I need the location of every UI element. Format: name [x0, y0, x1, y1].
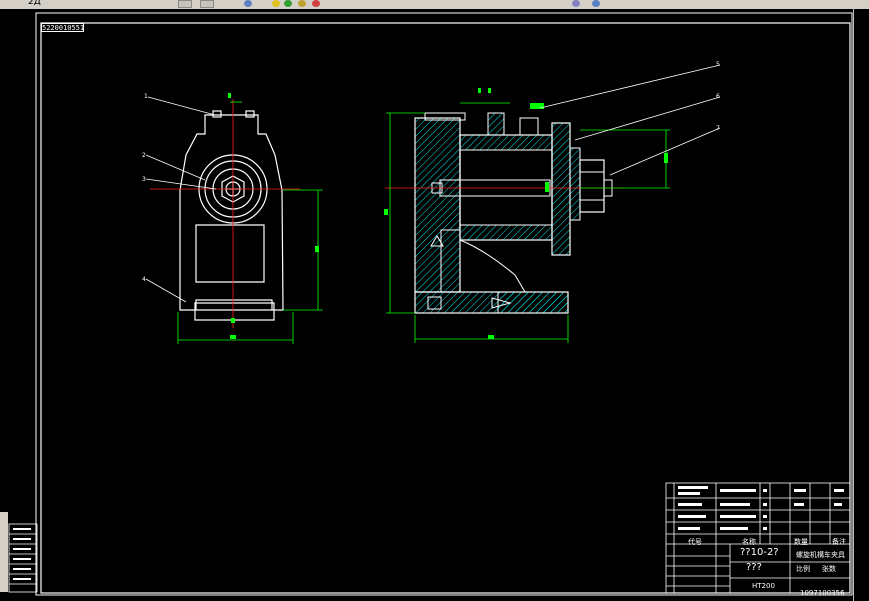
front-dimensions — [177, 101, 323, 344]
layer-button[interactable] — [178, 0, 192, 8]
drawing-frame-label: 5220010551 — [41, 23, 85, 32]
svg-text:7: 7 — [716, 125, 720, 132]
svg-text:5: 5 — [716, 61, 720, 68]
front-view — [179, 110, 284, 321]
drawing-number: ??10-2? — [740, 547, 779, 558]
svg-text:1: 1 — [144, 93, 148, 100]
toolbar-label: 2Д — [28, 0, 41, 7]
drawing-subtitle: ??? — [746, 562, 762, 573]
svg-text:6: 6 — [716, 93, 720, 100]
title-col-name: 名称 — [742, 538, 756, 546]
material-text: HT200 — [752, 582, 775, 590]
sun-icon[interactable] — [272, 0, 280, 7]
layer-previous-icon[interactable] — [592, 0, 600, 7]
lock-icon[interactable] — [298, 0, 306, 7]
color-icon[interactable] — [312, 0, 320, 7]
svg-text:4: 4 — [142, 276, 146, 283]
freeze-icon[interactable] — [284, 0, 292, 7]
layer-icon[interactable] — [244, 0, 252, 7]
school-code: 1097100356 — [800, 589, 845, 597]
scale-label: 比例 — [796, 565, 810, 573]
drawing-canvas[interactable]: 1 2 3 4 5 6 7 5220010551 代号 名称 数量 备注 ??1… — [0, 9, 869, 601]
part-name: 螺旋机構车夹具 — [796, 551, 845, 559]
title-col-code: 代号 — [688, 538, 702, 546]
left-panel-edge — [0, 512, 8, 592]
section-view — [414, 112, 613, 314]
dim-text-width — [230, 335, 236, 339]
layer-state-icon[interactable] — [572, 0, 580, 7]
svg-text:2: 2 — [142, 152, 146, 159]
dim-text-height — [315, 246, 319, 252]
drawing-svg: 1 2 3 4 5 6 7 — [8, 9, 863, 601]
title-col-qty: 数量 — [794, 538, 808, 546]
sheet-label: 张数 — [822, 565, 836, 573]
title-block-fill — [678, 486, 844, 530]
vertical-scrollbar[interactable] — [853, 9, 869, 601]
properties-button[interactable] — [200, 0, 214, 8]
title-col-remark: 备注 — [832, 538, 846, 546]
svg-text:3: 3 — [142, 176, 146, 183]
